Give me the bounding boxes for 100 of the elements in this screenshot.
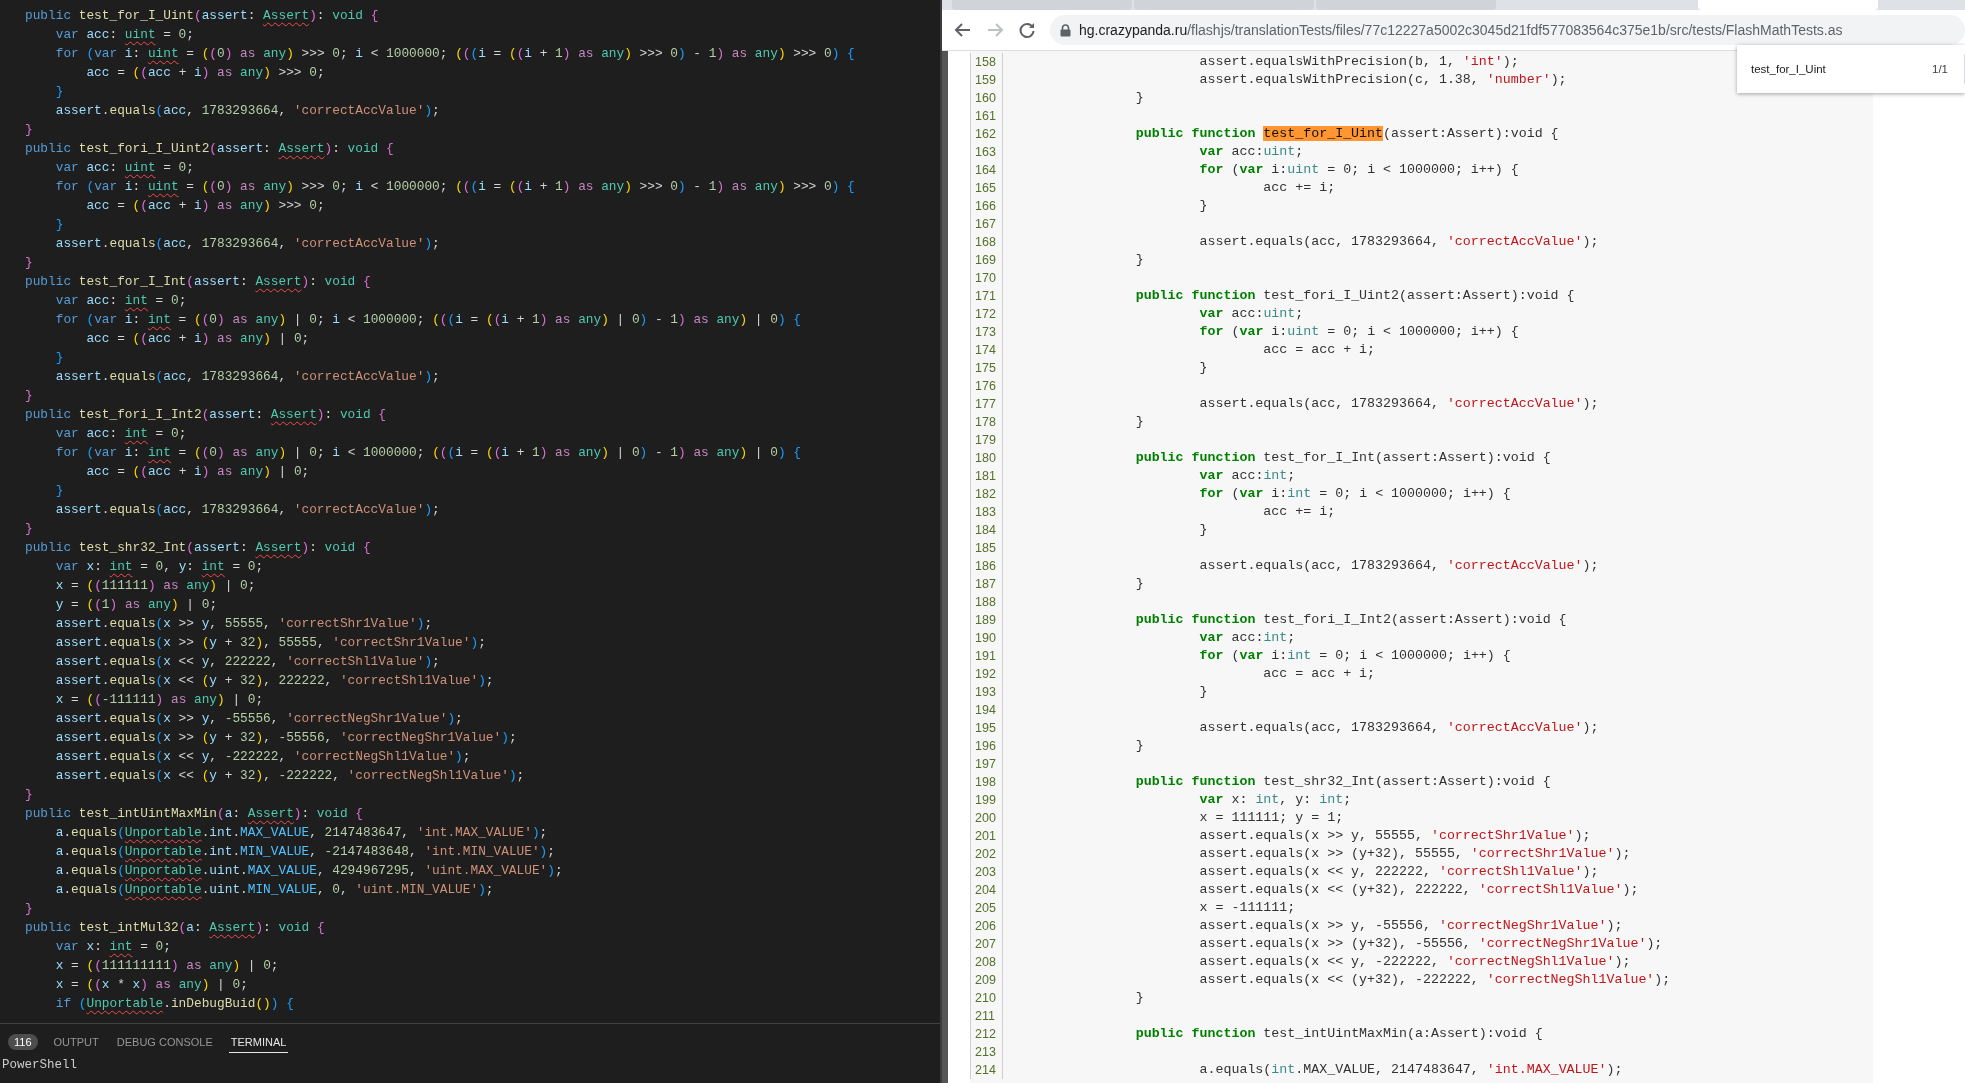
code-line: acc = acc + i; [1262, 665, 1376, 683]
code-line: public test_fori_I_Int2(assert: Assert): void { [25, 406, 386, 424]
line-number: 182 [970, 485, 1003, 503]
line-number: 173 [970, 323, 1003, 341]
line-number: 203 [970, 863, 1003, 881]
code-line: assert.equals(acc, 1783293664, 'correctAccValue'); [1198, 719, 1599, 737]
forward-icon[interactable] [986, 21, 1004, 39]
panel-tab[interactable]: TERMINAL [228, 1031, 289, 1053]
problems-count-badge[interactable]: 116 [8, 1034, 38, 1050]
code-line: x = 111111; y = 1; [1198, 809, 1344, 827]
line-number: 201 [970, 827, 1003, 845]
code-line: assert.equals(x >> y, 55555, 'correctShr1Value'); [54, 615, 433, 633]
code-line: acc = ((acc + i) as any) | 0; [85, 330, 310, 348]
line-number: 212 [970, 1025, 1003, 1043]
code-line: acc = ((acc + i) as any) >>> 0; [85, 197, 325, 215]
code-line: var acc: int = 0; [54, 292, 187, 310]
code-line: a.equals(Unportable.int.MIN_VALUE, -2147483648, 'int.MIN_VALUE'); [54, 843, 555, 861]
code-line: } [1134, 251, 1144, 269]
code-line: } [54, 216, 64, 234]
line-number: 184 [970, 521, 1003, 539]
line-number: 169 [970, 251, 1003, 269]
code-line: } [54, 83, 64, 101]
code-line: } [1198, 359, 1208, 377]
code-line: assert.equals(x << (y + 32), 222222, 'correctShl1Value'); [54, 672, 494, 690]
code-line: for (var i: uint = ((0) as any) >>> 0; i < 1000000; (((i = ((i + 1) as any) >>> 0) - 1) as any) >>> 0) { [54, 178, 855, 196]
code-line: } [1134, 737, 1144, 755]
code-line: assert.equals(x >> y, 55555, 'correctShr1Value'); [1198, 827, 1591, 845]
line-number: 193 [970, 683, 1003, 701]
line-number: 185 [970, 539, 1003, 557]
line-number: 213 [970, 1043, 1003, 1061]
code-line: } [1134, 989, 1144, 1007]
code-line: a.equals(Unportable.int.MAX_VALUE, 2147483647, 'int.MAX_VALUE'); [54, 824, 548, 842]
line-number: 171 [970, 287, 1003, 305]
code-line: for (var i: int = ((0) as any) | 0; i < 1000000; (((i = ((i + 1) as any) | 0) - 1) as any) | 0) { [54, 311, 801, 329]
code-line: } [1134, 413, 1144, 431]
line-number: 199 [970, 791, 1003, 809]
code-line: assert.equals(x << (y + 32), -222222, 'correctNegShl1Value'); [54, 767, 525, 785]
browser-tab[interactable] [952, 0, 1132, 10]
line-number: 160 [970, 89, 1003, 107]
code-line: public test_intUintMaxMin(a: Assert): void { [25, 805, 363, 823]
panel-tab[interactable]: DEBUG CONSOLE [114, 1031, 215, 1053]
code-line: assert.equals(x << y, -222222, 'correctNegShl1Value'); [1198, 953, 1631, 971]
line-number: 192 [970, 665, 1003, 683]
code-line: } [25, 900, 33, 918]
code-line: for (var i:uint = 0; i < 1000000; i++) { [1198, 161, 1519, 179]
code-line: assert.equals(x >> y, -55556, 'correctNegShr1Value'); [1198, 917, 1623, 935]
code-line: assert.equals(x << y, 222222, 'correctShl1Value'); [1198, 863, 1599, 881]
lock-icon [1060, 23, 1071, 37]
line-number: 209 [970, 971, 1003, 989]
code-line: acc = ((acc + i) as any) >>> 0; [85, 64, 325, 82]
line-number: 180 [970, 449, 1003, 467]
code-line: assert.equalsWithPrecision(c, 1.38, 'number'); [1198, 71, 1567, 89]
code-line: assert.equals(x << y, -222222, 'correctNegShl1Value'); [54, 748, 471, 766]
line-number: 159 [970, 71, 1003, 89]
code-line: assert.equals(x >> (y+32), 55555, 'correctShr1Value'); [1198, 845, 1631, 863]
find-query[interactable]: test_for_I_Uint [1737, 63, 1932, 75]
code-line: public test_fori_I_Uint2(assert: Assert): void { [25, 140, 394, 158]
browser-tab[interactable] [1316, 0, 1496, 10]
code-line: assert.equals(acc, 1783293664, 'correctAccValue'); [1198, 395, 1599, 413]
code-line: a.equals(int.MAX_VALUE, 2147483647, 'int.MAX_VALUE'); [1198, 1061, 1623, 1079]
code-line: } [25, 254, 33, 272]
line-number: 183 [970, 503, 1003, 521]
line-number: 177 [970, 395, 1003, 413]
code-line: public test_shr32_Int(assert: Assert): void { [25, 539, 371, 557]
address-field[interactable]: hg.crazypanda.ru/flashjs/translationTests/files/77c12227a5002c3045d21fdf577083564c375e1b/src/tests/FlashMathTests.as [1050, 15, 1965, 45]
line-number: 164 [970, 161, 1003, 179]
code-line: acc = acc + i; [1262, 341, 1376, 359]
line-number: 205 [970, 899, 1003, 917]
code-line: } [1198, 197, 1208, 215]
browser-tab[interactable] [1134, 0, 1314, 10]
code-line: a.equals(Unportable.uint.MIN_VALUE, 0, 'uint.MIN_VALUE'); [54, 881, 494, 899]
line-number: 197 [970, 755, 1003, 773]
line-number: 168 [970, 233, 1003, 251]
code-line: var acc: uint = 0; [54, 159, 194, 177]
line-number: 178 [970, 413, 1003, 431]
code-line: assert.equals(x << (y+32), 222222, 'correctShl1Value'); [1198, 881, 1639, 899]
code-line: assert.equalsWithPrecision(b, 1, 'int'); [1198, 53, 1519, 71]
line-number: 196 [970, 737, 1003, 755]
back-icon[interactable] [954, 21, 972, 39]
code-line: for (var i:uint = 0; i < 1000000; i++) { [1198, 323, 1519, 341]
code-line: assert.equals(x >> y, -55556, 'correctNegShr1Value'); [54, 710, 463, 728]
line-number: 202 [970, 845, 1003, 863]
code-line: public test_intMul32(a: Assert): void { [25, 919, 325, 937]
reload-icon[interactable] [1018, 21, 1036, 39]
line-number: 172 [970, 305, 1003, 323]
panel-tab[interactable]: OUTPUT [51, 1031, 101, 1053]
code-line: x = ((-111111) as any) | 0; [54, 691, 264, 709]
code-line: } [25, 387, 33, 405]
code-line: var x: int = 0, y: int = 0; [54, 558, 264, 576]
code-line: if (Unportable.inDebugBuid()) { [54, 995, 294, 1013]
code-line: var acc: int = 0; [54, 425, 187, 443]
line-number: 211 [970, 1007, 1003, 1025]
code-line: acc += i; [1262, 179, 1336, 197]
line-number: 204 [970, 881, 1003, 899]
code-line: public function test_fori_I_Uint2(assert:Assert):void { [1134, 287, 1575, 305]
code-line: public function test_for_I_Int(assert:Assert):void { [1134, 449, 1551, 467]
browser-tab[interactable] [1698, 0, 1878, 10]
code-line: public test_for_I_Uint(assert: Assert): void { [25, 7, 379, 25]
code-line: public function test_for_I_Uint(assert:Assert):void { [1134, 125, 1559, 143]
line-number: 162 [970, 125, 1003, 143]
